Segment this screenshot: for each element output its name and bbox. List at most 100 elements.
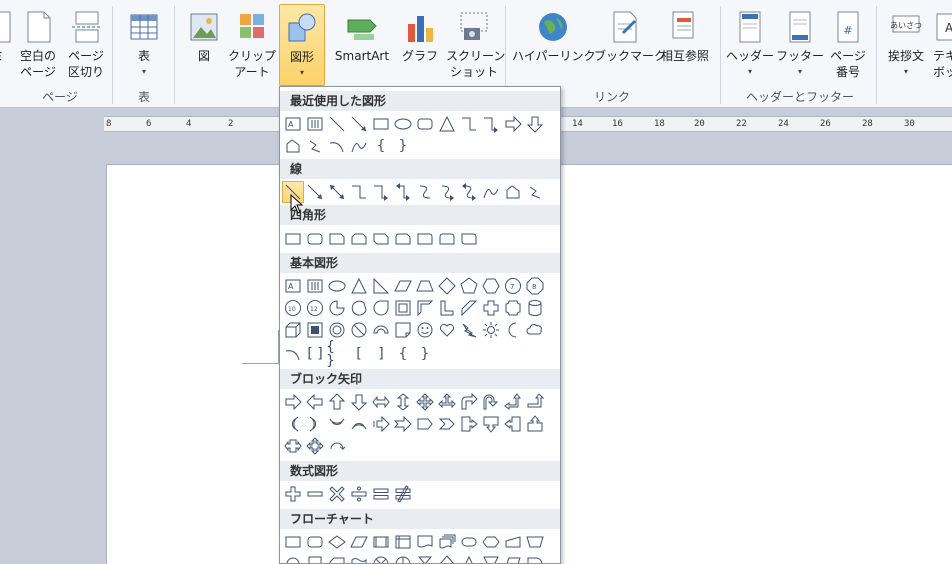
elbow-double-arrow-shape-icon[interactable]	[392, 181, 414, 203]
plaque-shape-icon[interactable]	[502, 297, 524, 319]
left-right-arrow-callout-shape-icon[interactable]	[282, 435, 304, 457]
shapes-button[interactable]: 図形 ▾	[279, 4, 325, 86]
cube-shape-icon[interactable]	[282, 319, 304, 341]
moon-shape-icon[interactable]	[502, 319, 524, 341]
round-single-corner-rectangle-shape-icon[interactable]	[414, 228, 436, 250]
data-shape-icon[interactable]	[348, 531, 370, 553]
can-shape-icon[interactable]	[524, 297, 546, 319]
chart-button[interactable]: グラフ	[396, 4, 444, 64]
multiply-shape-icon[interactable]	[326, 483, 348, 505]
clipart-button[interactable]: クリップ アート	[228, 4, 276, 80]
or-shape-icon[interactable]	[392, 553, 414, 563]
pentagon-shape-icon[interactable]	[458, 275, 480, 297]
bevel-shape-icon[interactable]	[304, 319, 326, 341]
curved-double-arrow-shape-icon[interactable]	[458, 181, 480, 203]
curved-left-arrow-shape-icon[interactable]	[304, 413, 326, 435]
stored-data-shape-icon[interactable]	[502, 553, 524, 563]
textbox-shape-icon[interactable]: A	[282, 113, 304, 135]
textbox-button[interactable]: A テキ ボッ	[930, 4, 952, 80]
half-frame-shape-icon[interactable]	[414, 297, 436, 319]
left-bracket-shape-icon[interactable]: [	[348, 343, 370, 365]
vertical-textbox-shape-icon[interactable]	[304, 275, 326, 297]
teardrop-shape-icon[interactable]	[370, 297, 392, 319]
bent-arrow-shape-icon[interactable]	[458, 391, 480, 413]
curved-down-arrow-shape-icon[interactable]	[348, 413, 370, 435]
left-right-up-arrow-shape-icon[interactable]	[436, 391, 458, 413]
multidocument-shape-icon[interactable]	[436, 531, 458, 553]
chevron-shape-icon[interactable]	[436, 413, 458, 435]
down-arrow-shape-icon[interactable]	[524, 113, 546, 135]
hyperlink-button[interactable]: ハイパーリンク	[512, 4, 596, 64]
round-same-side-rectangle-shape-icon[interactable]	[436, 228, 458, 250]
off-page-connector-shape-icon[interactable]	[304, 553, 326, 563]
delay-shape-icon[interactable]	[524, 553, 546, 563]
textbox-shape-icon[interactable]: A	[282, 275, 304, 297]
donut-shape-icon[interactable]	[326, 319, 348, 341]
quad-arrow-shape-icon[interactable]	[414, 391, 436, 413]
not-equal-shape-icon[interactable]	[392, 483, 414, 505]
curve-shape-icon[interactable]	[348, 135, 370, 157]
cross-shape-icon[interactable]	[480, 297, 502, 319]
header-button[interactable]: ヘッダー ▾	[726, 4, 774, 80]
minus-shape-icon[interactable]	[304, 483, 326, 505]
smartart-button[interactable]: SmartArt	[330, 4, 394, 64]
elbow-connector-shape-icon[interactable]	[458, 113, 480, 135]
bent-up-arrow-shape-icon[interactable]	[524, 391, 546, 413]
scribble-shape-icon[interactable]	[304, 135, 326, 157]
right-brace-shape-icon[interactable]: }	[414, 343, 436, 365]
scribble-shape-icon[interactable]	[524, 181, 546, 203]
line-shape-icon[interactable]	[326, 113, 348, 135]
elbow-arrow-shape-icon[interactable]	[370, 181, 392, 203]
curved-up-arrow-shape-icon[interactable]	[326, 413, 348, 435]
curved-arrow-connector-shape-icon[interactable]	[436, 181, 458, 203]
cover-page-button[interactable]: ミ	[0, 4, 12, 64]
footer-button[interactable]: フッター ▾	[776, 4, 824, 80]
oval-shape-icon[interactable]	[326, 275, 348, 297]
pentagon-arrow-shape-icon[interactable]	[414, 413, 436, 435]
left-arrow-callout-shape-icon[interactable]	[502, 413, 524, 435]
vertical-textbox-shape-icon[interactable]	[304, 113, 326, 135]
rounded-rectangle-shape-icon[interactable]	[414, 113, 436, 135]
sun-shape-icon[interactable]	[480, 319, 502, 341]
octagon-shape-icon[interactable]: 8	[524, 275, 546, 297]
right-arrow-shape-icon[interactable]	[502, 113, 524, 135]
summing-junction-shape-icon[interactable]	[370, 553, 392, 563]
up-down-arrow-shape-icon[interactable]	[392, 391, 414, 413]
trapezoid-shape-icon[interactable]	[414, 275, 436, 297]
terminator-shape-icon[interactable]	[458, 531, 480, 553]
internal-storage-shape-icon[interactable]	[392, 531, 414, 553]
decision-shape-icon[interactable]	[326, 531, 348, 553]
greeting-button[interactable]: あいさつ 挨拶文 ▾	[882, 4, 930, 80]
up-arrow-shape-icon[interactable]	[326, 391, 348, 413]
no-symbol-shape-icon[interactable]	[348, 319, 370, 341]
quad-arrow-callout-shape-icon[interactable]	[304, 435, 326, 457]
triangle-shape-icon[interactable]	[348, 275, 370, 297]
oval-shape-icon[interactable]	[392, 113, 414, 135]
page-break-button[interactable]: ページ 区切り	[62, 4, 110, 80]
pie-shape-icon[interactable]	[326, 297, 348, 319]
merge-shape-icon[interactable]	[480, 553, 502, 563]
right-brace-shape-icon[interactable]: }	[392, 135, 414, 157]
preparation-shape-icon[interactable]	[480, 531, 502, 553]
up-arrow-callout-shape-icon[interactable]	[524, 413, 546, 435]
divide-shape-icon[interactable]	[348, 483, 370, 505]
left-brace-shape-icon[interactable]: {	[392, 343, 414, 365]
block-arc-shape-icon[interactable]	[370, 319, 392, 341]
right-triangle-shape-icon[interactable]	[370, 275, 392, 297]
smiley-face-shape-icon[interactable]	[414, 319, 436, 341]
snip-round-rectangle-shape-icon[interactable]	[392, 228, 414, 250]
decagon-shape-icon[interactable]: 10	[282, 297, 304, 319]
curved-connector-shape-icon[interactable]	[414, 181, 436, 203]
right-bracket-shape-icon[interactable]: ]	[370, 343, 392, 365]
double-brace-shape-icon[interactable]: { }	[326, 340, 348, 368]
table-button[interactable]: 表 ▾	[120, 4, 168, 80]
freeform-shape-icon[interactable]	[282, 135, 304, 157]
u-turn-arrow-shape-icon[interactable]	[480, 391, 502, 413]
equal-shape-icon[interactable]	[370, 483, 392, 505]
bookmark-button[interactable]: ブックマーク	[594, 4, 666, 64]
manual-operation-shape-icon[interactable]	[524, 531, 546, 553]
right-arrow-shape-icon[interactable]	[282, 391, 304, 413]
card-shape-icon[interactable]	[326, 553, 348, 563]
freeform-shape-icon[interactable]	[502, 181, 524, 203]
heptagon-shape-icon[interactable]: 7	[502, 275, 524, 297]
